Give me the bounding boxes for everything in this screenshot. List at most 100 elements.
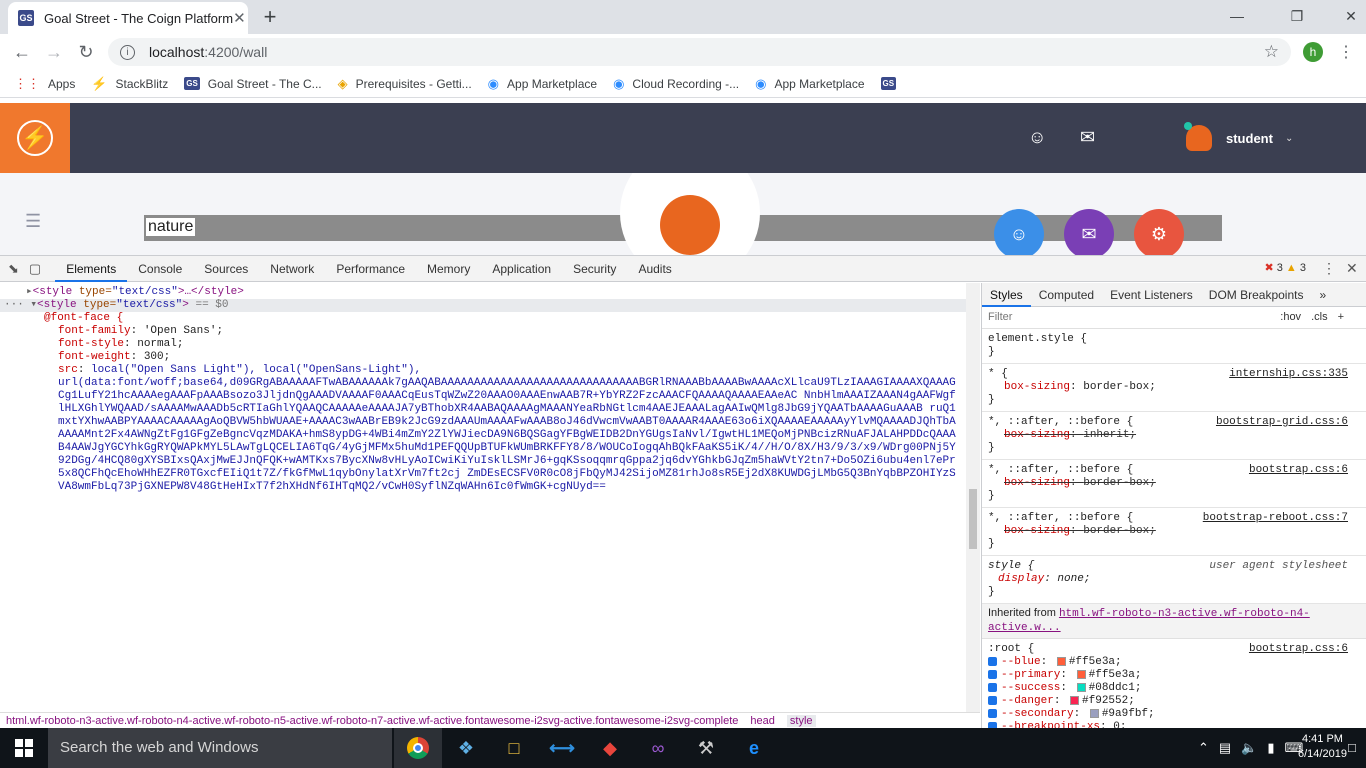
smiley-icon[interactable]: ☺: [1028, 127, 1046, 148]
checkbox-icon[interactable]: [988, 669, 997, 679]
color-swatch[interactable]: [1070, 695, 1080, 705]
color-swatch[interactable]: [1076, 682, 1086, 692]
minimize-icon[interactable]: —: [1222, 4, 1252, 28]
css-rule[interactable]: bootstrap.css:6 *, ::after, ::before {box…: [982, 460, 1366, 508]
error-warning-counter[interactable]: ✖ 3 ▲ 3: [1264, 261, 1306, 274]
bookmark-item[interactable]: GS Goal Street - The C...: [184, 77, 322, 91]
checkbox-icon[interactable]: [988, 708, 997, 718]
bookmark-item[interactable]: ⋮⋮ Apps: [14, 76, 75, 92]
fab-smiley-button[interactable]: ☺: [994, 209, 1044, 255]
file-explorer-icon[interactable]: □: [490, 728, 538, 768]
device-toolbar-icon[interactable]: ▢: [29, 261, 41, 277]
devtools-tab-application[interactable]: Application: [481, 256, 562, 282]
devtools-tab-network[interactable]: Network: [259, 256, 325, 282]
devtools-tab-security[interactable]: Security: [562, 256, 627, 282]
chat-icon[interactable]: ✉: [1080, 127, 1095, 148]
rule-source-link[interactable]: internship.css:335: [1229, 368, 1348, 381]
hov-toggle[interactable]: :hov: [1280, 311, 1301, 324]
notifications-icon[interactable]: □: [1348, 740, 1356, 755]
styles-filter[interactable]: Filter :hov .cls +: [982, 307, 1366, 329]
elements-scrollbar[interactable]: [966, 283, 980, 716]
browser-menu-icon[interactable]: ⋮: [1338, 42, 1354, 62]
taskbar-clock[interactable]: 4:41 PM 6/14/2019: [1298, 732, 1347, 762]
tab-close-icon[interactable]: ✕: [233, 9, 246, 27]
window-close-icon[interactable]: ✕: [1336, 4, 1366, 28]
cls-toggle[interactable]: .cls: [1311, 311, 1328, 324]
new-tab-button[interactable]: +: [258, 5, 282, 29]
info-icon[interactable]: i: [120, 44, 135, 60]
taskbar-search[interactable]: Search the web and Windows: [48, 728, 392, 768]
browser-tab[interactable]: GS Goal Street - The Coign Platform ✕: [8, 2, 248, 34]
visual-studio-icon[interactable]: ∞: [634, 728, 682, 768]
ua-style-rule[interactable]: user agent stylesheet style { display: n…: [982, 556, 1366, 604]
user-menu[interactable]: student ⌄: [1184, 122, 1293, 151]
devtools-close-icon[interactable]: ✕: [1346, 260, 1358, 277]
color-swatch[interactable]: [1089, 708, 1099, 718]
dom-node-style-collapsed[interactable]: ▸<style type="text/css">…</style>: [0, 286, 966, 299]
forward-icon[interactable]: →: [38, 38, 70, 66]
css-rule[interactable]: internship.css:335 * {box-sizing: border-…: [982, 364, 1366, 412]
reload-icon[interactable]: ↻: [70, 38, 102, 66]
vscode-icon[interactable]: ⟷: [538, 728, 586, 768]
root-rule[interactable]: bootstrap.css:6 :root { --blue: #ff5e3a;…: [982, 639, 1366, 729]
anydesk-icon[interactable]: ◆: [586, 728, 634, 768]
color-swatch[interactable]: [1076, 669, 1086, 679]
app-logo[interactable]: ⚡: [0, 103, 70, 173]
devtools-tab-console[interactable]: Console: [127, 256, 193, 282]
css-variable-row[interactable]: --danger: #f92552;: [988, 695, 1360, 708]
styles-tab[interactable]: »: [1311, 283, 1334, 307]
bookmark-item[interactable]: ⚡ StackBlitz: [91, 76, 168, 92]
back-icon[interactable]: ←: [6, 38, 38, 66]
edge-icon[interactable]: e: [730, 728, 778, 768]
devtools-tab-memory[interactable]: Memory: [416, 256, 481, 282]
battery-icon[interactable]: ▮: [1267, 740, 1274, 756]
css-variable-row[interactable]: --blue: #ff5e3a;: [988, 656, 1360, 669]
dom-node-style-selected[interactable]: ··· ▾<style type="text/css"> == $0: [0, 299, 966, 312]
rule-source-link[interactable]: bootstrap-grid.css:6: [1216, 416, 1348, 429]
bookmark-item[interactable]: ◉ App Marketplace: [755, 76, 864, 92]
fab-chat-button[interactable]: ✉: [1064, 209, 1114, 255]
profile-avatar[interactable]: h: [1303, 42, 1323, 62]
css-rule[interactable]: bootstrap-reboot.css:7 *, ::after, ::befo…: [982, 508, 1366, 556]
rule-source-link[interactable]: bootstrap-reboot.css:7: [1203, 512, 1348, 525]
root-source-link[interactable]: bootstrap.css:6: [1249, 643, 1348, 656]
styles-tab[interactable]: Styles: [982, 283, 1031, 307]
breadcrumb-item[interactable]: head: [750, 715, 774, 727]
bookmark-item[interactable]: ◉ App Marketplace: [488, 76, 597, 92]
tray-up-arrow-icon[interactable]: ⌃: [1198, 740, 1209, 756]
bookmark-item[interactable]: ◉ Cloud Recording -...: [613, 76, 739, 92]
inspect-element-icon[interactable]: ⬊: [8, 261, 19, 277]
volume-icon[interactable]: 🔈: [1241, 740, 1257, 756]
styles-tab[interactable]: Event Listeners: [1102, 283, 1201, 307]
hamburger-icon[interactable]: ☰: [25, 211, 41, 232]
css-rule[interactable]: bootstrap-grid.css:6 *, ::after, ::before…: [982, 412, 1366, 460]
styles-tab[interactable]: Computed: [1031, 283, 1102, 307]
chrome-taskbar-icon[interactable]: [394, 728, 442, 768]
devtools-tab-audits[interactable]: Audits: [627, 256, 682, 282]
bookmark-star-icon[interactable]: ☆: [1264, 42, 1279, 62]
breadcrumb-item[interactable]: style: [786, 715, 816, 727]
css-variable-row[interactable]: --primary: #ff5e3a;: [988, 669, 1360, 682]
element-style-rule[interactable]: element.style { }: [982, 329, 1366, 364]
bookmark-item[interactable]: ◈ Prerequisites - Getti...: [338, 76, 472, 92]
puzzle-app-icon[interactable]: ❖: [442, 728, 490, 768]
address-bar[interactable]: i localhost:4200/wall ☆: [108, 38, 1291, 66]
css-variable-row[interactable]: --secondary: #9a9fbf;: [988, 708, 1360, 721]
windows-start-button[interactable]: [0, 728, 48, 768]
checkbox-icon[interactable]: [988, 682, 997, 692]
network-icon[interactable]: ▤: [1219, 740, 1231, 756]
devtools-tab-sources[interactable]: Sources: [193, 256, 259, 282]
elements-tree[interactable]: ▸<style type="text/css">…</style> ··· ▾<…: [0, 283, 966, 716]
color-swatch[interactable]: [1056, 656, 1066, 666]
fab-settings-button[interactable]: ⚙: [1134, 209, 1184, 255]
devtools-tab-performance[interactable]: Performance: [325, 256, 416, 282]
devtools-tab-elements[interactable]: Elements: [55, 256, 128, 282]
devtools-menu-icon[interactable]: ⋮: [1322, 260, 1336, 277]
checkbox-icon[interactable]: [988, 695, 997, 705]
rule-source-link[interactable]: bootstrap.css:6: [1249, 464, 1348, 477]
restore-icon[interactable]: ❐: [1282, 4, 1312, 28]
breadcrumb-item[interactable]: html.wf-roboto-n3-active.wf-roboto-n4-ac…: [6, 715, 738, 727]
new-rule-button[interactable]: +: [1338, 311, 1344, 324]
bookmark-item[interactable]: GS: [880, 77, 905, 90]
css-variable-row[interactable]: --success: #08ddc1;: [988, 682, 1360, 695]
